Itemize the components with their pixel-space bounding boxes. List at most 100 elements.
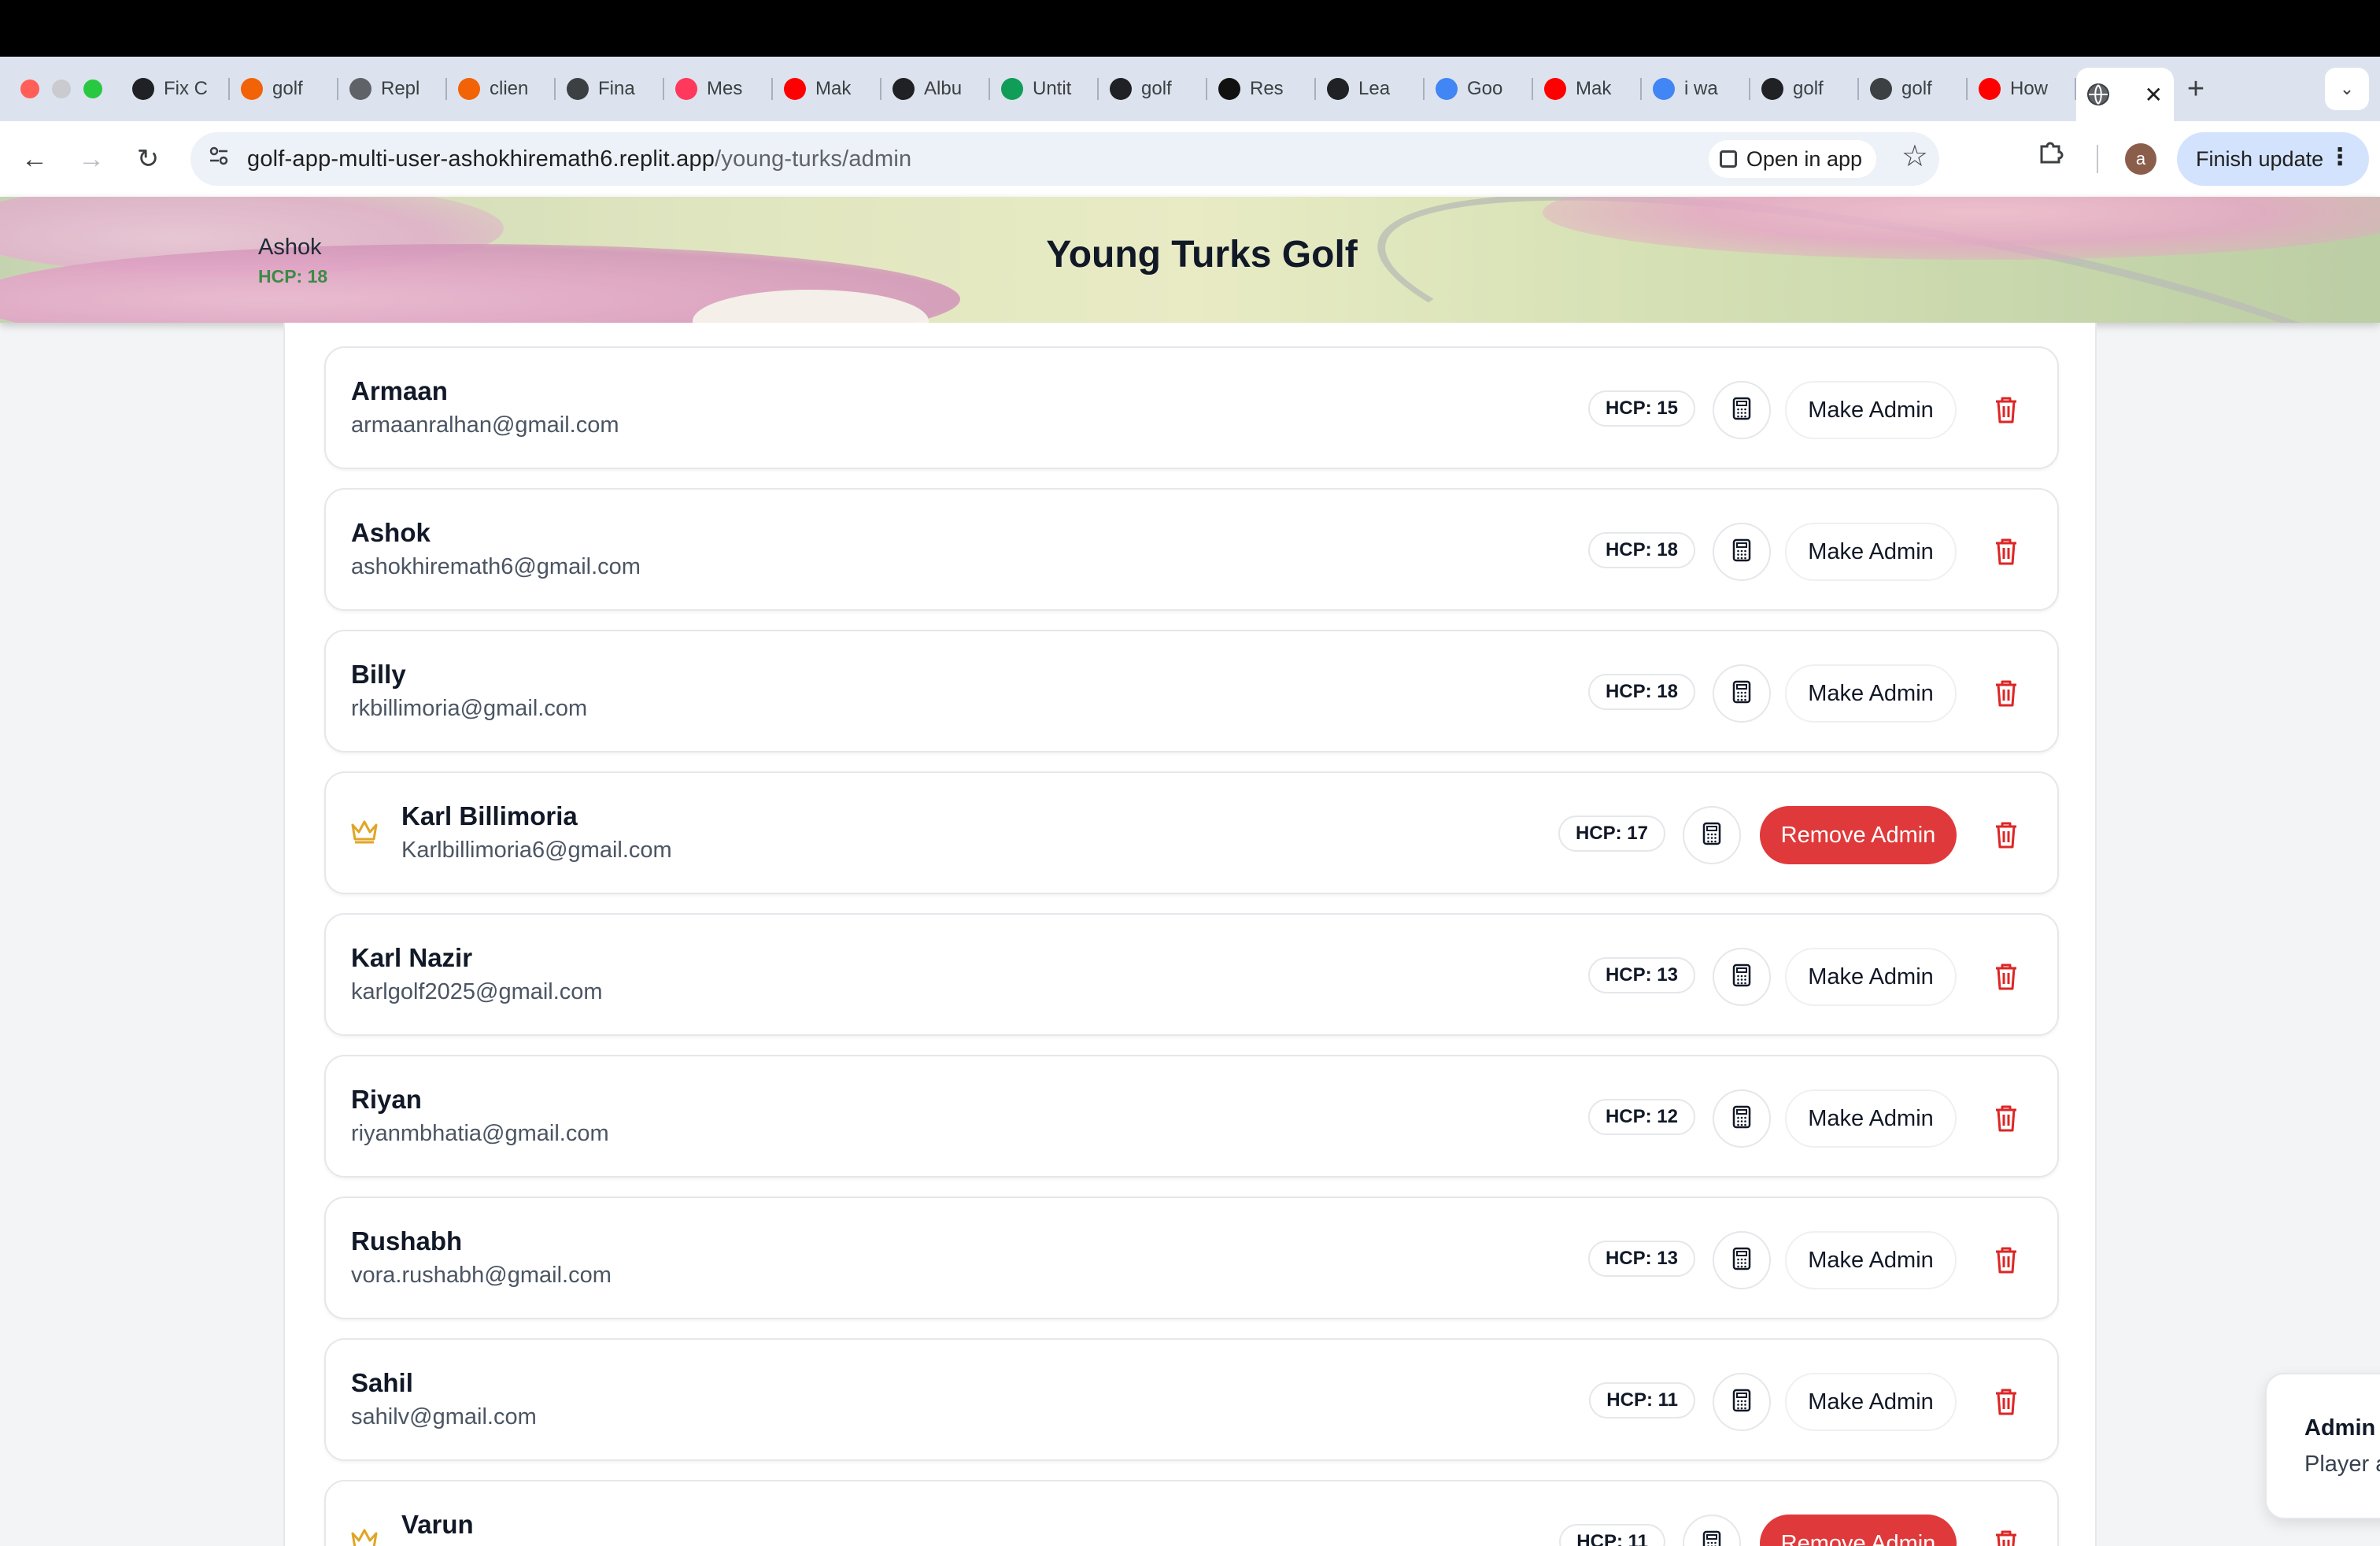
browser-tab-label: Res [1250, 78, 1284, 99]
player-email: sahilv@gmail.com [351, 1404, 537, 1429]
producthunt-icon [1218, 78, 1240, 100]
browser-tab-label: Mes [707, 78, 743, 99]
browser-tab-label: Fina [598, 78, 635, 99]
edit-handicap-button[interactable] [1713, 523, 1771, 581]
toast-notification[interactable]: Admin s Player a [2265, 1373, 2380, 1519]
delete-player-button[interactable] [1993, 820, 2020, 850]
edit-handicap-button[interactable] [1713, 1231, 1771, 1289]
new-tab-button[interactable]: + [2174, 72, 2218, 106]
delete-player-button[interactable] [1993, 1245, 2020, 1275]
tab-active[interactable]: ✕ [2076, 68, 2174, 121]
back-button[interactable]: ← [6, 144, 63, 175]
sheets-icon [1001, 78, 1023, 100]
bookmark-star-icon[interactable]: ☆ [1901, 139, 1928, 174]
edit-handicap-button[interactable] [1713, 1373, 1771, 1431]
app-title: Young Turks Golf [1046, 234, 1358, 276]
player-card: Karl Billimoria Karlbillimoria6@gmail.com… [324, 771, 2059, 894]
toolbar-divider [2097, 145, 2098, 173]
close-window-button[interactable] [20, 80, 39, 98]
make-admin-button[interactable]: Make Admin [1785, 948, 1957, 1006]
profile-avatar[interactable]: a [2125, 143, 2156, 175]
browser-tab[interactable]: clien [447, 67, 556, 111]
extensions-puzzle-icon[interactable] [2037, 137, 2065, 172]
delete-player-button[interactable] [1993, 1529, 2020, 1546]
browser-tab-label: Mak [815, 78, 852, 99]
edit-handicap-button[interactable] [1683, 1515, 1741, 1546]
trash-icon [1993, 1105, 2020, 1137]
browser-tab[interactable]: Albu [881, 67, 990, 111]
browser-tab[interactable]: golf [1859, 67, 1968, 111]
browser-tab[interactable]: Goo [1425, 67, 1533, 111]
browser-tab[interactable]: Mes [664, 67, 773, 111]
trash-icon [1993, 1389, 2020, 1420]
hcp-badge: HCP: 18 [1587, 674, 1695, 710]
browser-tab[interactable]: Mak [1533, 67, 1642, 111]
browser-tab-label: clien [490, 78, 529, 99]
make-admin-button[interactable]: Make Admin [1785, 381, 1957, 439]
browser-tab[interactable]: Res [1207, 67, 1316, 111]
browser-tab[interactable]: Repl [338, 67, 447, 111]
edit-handicap-button[interactable] [1713, 1089, 1771, 1148]
browser-tab-label: Goo [1467, 78, 1503, 99]
player-email: rkbillimoria@gmail.com [351, 696, 588, 721]
finish-update-button[interactable]: Finish update ⋮ [2177, 132, 2369, 186]
reload-button[interactable]: ↻ [120, 143, 176, 175]
open-in-app-button[interactable]: Open in app [1708, 140, 1876, 178]
player-name: Riyan [351, 1085, 422, 1114]
remove-admin-button[interactable]: Remove Admin [1760, 806, 1957, 864]
player-card: Karl Nazir karlgolf2025@gmail.com HCP: 13 M… [324, 913, 2059, 1036]
calculator-icon [1732, 680, 1751, 708]
make-admin-button[interactable]: Make Admin [1785, 1373, 1957, 1431]
openai-icon [893, 78, 915, 100]
forward-button[interactable]: → [63, 144, 120, 175]
player-name: Ashok [351, 518, 431, 547]
edit-handicap-button[interactable] [1713, 948, 1771, 1006]
browser-tab[interactable]: golf [230, 67, 338, 111]
trash-icon [1993, 680, 2020, 712]
player-email: riyanmbhatia@gmail.com [351, 1121, 609, 1146]
browser-tab[interactable]: How [1968, 67, 2076, 111]
browser-tab[interactable]: Fina [556, 67, 664, 111]
delete-player-button[interactable] [1993, 537, 2020, 567]
player-card: Ashok ashokhiremath6@gmail.com HCP: 18 Make… [324, 488, 2059, 611]
delete-player-button[interactable] [1993, 679, 2020, 708]
browser-tab[interactable]: i wa [1642, 67, 1750, 111]
address-bar[interactable]: golf-app-multi-user-ashokhiremath6.repli… [190, 132, 1939, 186]
airbnb-icon [675, 78, 697, 100]
player-card: Rushabh vora.rushabh@gmail.com HCP: 13 Make… [324, 1196, 2059, 1319]
make-admin-button[interactable]: Make Admin [1785, 1089, 1957, 1148]
browser-tab[interactable]: Lea [1316, 67, 1425, 111]
edit-handicap-button[interactable] [1713, 381, 1771, 439]
close-tab-icon[interactable]: ✕ [2145, 82, 2163, 108]
crown-icon [349, 1527, 379, 1546]
finish-update-label: Finish update [2196, 146, 2324, 171]
browser-tab-label: golf [272, 78, 303, 99]
delete-player-button[interactable] [1993, 395, 2020, 425]
site-info-icon[interactable] [190, 144, 247, 174]
browser-tab[interactable]: golf [1750, 67, 1859, 111]
minimize-window-button[interactable] [52, 80, 71, 98]
browser-tab[interactable]: golf [1099, 67, 1207, 111]
make-admin-button[interactable]: Make Admin [1785, 523, 1957, 581]
edit-handicap-button[interactable] [1713, 664, 1771, 723]
player-card: Riyan riyanmbhatia@gmail.com HCP: 12 Make A… [324, 1055, 2059, 1178]
replit-icon [458, 78, 480, 100]
browser-tab-label: Fix C [164, 78, 208, 99]
tab-search-button[interactable]: ⌄ [2325, 68, 2369, 110]
delete-player-button[interactable] [1993, 1387, 2020, 1417]
player-email: ashokhiremath6@gmail.com [351, 554, 641, 579]
make-admin-button[interactable]: Make Admin [1785, 664, 1957, 723]
calculator-icon [1702, 1530, 1721, 1546]
make-admin-button[interactable]: Make Admin [1785, 1231, 1957, 1289]
maximize-window-button[interactable] [83, 80, 102, 98]
delete-player-button[interactable] [1993, 962, 2020, 992]
browser-tab[interactable]: Untit [990, 67, 1099, 111]
browser-tab[interactable]: Mak [773, 67, 881, 111]
delete-player-button[interactable] [1993, 1104, 2020, 1134]
google-icon [1653, 78, 1675, 100]
hcp-badge: HCP: 13 [1587, 1241, 1695, 1277]
browser-tab[interactable]: Fix C [121, 67, 230, 111]
remove-admin-button[interactable]: Remove Admin [1760, 1515, 1957, 1546]
edit-handicap-button[interactable] [1683, 806, 1741, 864]
open-in-app-label: Open in app [1746, 146, 1862, 171]
